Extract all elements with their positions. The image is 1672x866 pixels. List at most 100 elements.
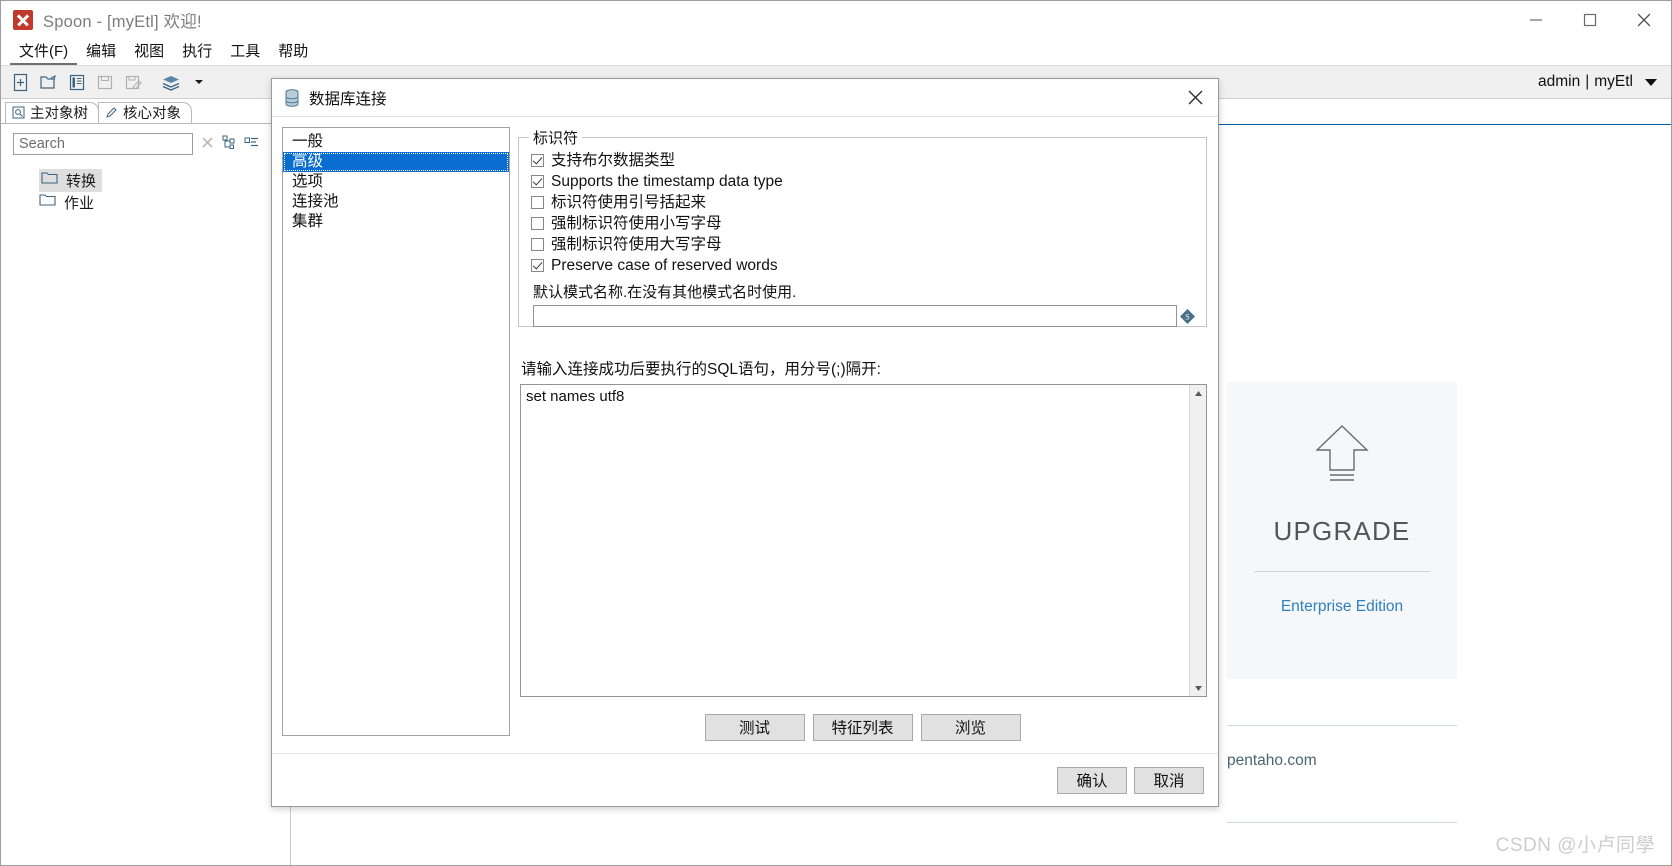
nav-item-general[interactable]: 一般 (283, 132, 509, 152)
menu-item-edit-label: 编辑 (86, 43, 117, 60)
checkbox-row-timestamp-datatype[interactable]: Supports the timestamp data type (531, 171, 1196, 192)
checkbox-force-lowercase[interactable] (531, 217, 544, 230)
save-icon[interactable] (91, 69, 119, 95)
tab-core-objects[interactable]: 核心对象 (98, 102, 192, 123)
explorer-tabstrip: 主对象树 核心对象 (1, 99, 290, 124)
nav-item-pooling[interactable]: 连接池 (283, 192, 509, 212)
search-input[interactable] (13, 133, 193, 155)
tree-item-jobs-label: 作业 (64, 194, 95, 212)
sql-textarea[interactable]: set names utf8 (521, 385, 1189, 696)
identifier-group: 标识符 支持布尔数据类型 Supports the timestamp data… (518, 127, 1207, 327)
dropdown-caret-icon[interactable] (185, 69, 213, 95)
checkbox-quote-identifiers-label: 标识符使用引号括起来 (551, 194, 707, 211)
checkbox-timestamp-datatype-label: Supports the timestamp data type (551, 173, 783, 190)
divider (1227, 725, 1457, 726)
scroll-up-icon[interactable] (1190, 385, 1206, 401)
pencil-icon (106, 107, 117, 118)
checkbox-force-uppercase[interactable] (531, 238, 544, 251)
advanced-settings-panel: 标识符 支持布尔数据类型 Supports the timestamp data… (518, 127, 1207, 753)
menu-item-tools[interactable]: 工具 (221, 40, 269, 65)
expand-all-icon[interactable] (222, 135, 237, 154)
checkbox-boolean-datatype[interactable] (531, 154, 544, 167)
menu-item-tools-label: 工具 (230, 43, 261, 60)
minimize-icon[interactable] (1509, 1, 1563, 38)
spoon-logo-icon (13, 9, 33, 30)
checkbox-row-boolean-datatype[interactable]: 支持布尔数据类型 (531, 150, 1196, 171)
window-controls (1509, 1, 1671, 38)
menu-item-run[interactable]: 执行 (173, 40, 221, 65)
upgrade-card[interactable]: UPGRADE Enterprise Edition (1227, 382, 1457, 679)
tree-item-transformations[interactable]: 转换 (1, 168, 290, 192)
tree-view-icon (12, 106, 25, 119)
window-title: Spoon - [myEtl] 欢迎! (43, 12, 202, 31)
chevron-down-icon[interactable] (1645, 78, 1657, 86)
divider (1254, 571, 1430, 572)
sql-textarea-wrapper: set names utf8 (520, 384, 1207, 697)
tree-item-transformations-label: 转换 (66, 172, 97, 190)
menu-item-run-label: 执行 (182, 43, 213, 60)
dialog-footer: 确认 取消 (272, 753, 1218, 806)
close-icon[interactable] (1617, 1, 1671, 38)
checkbox-row-quote-identifiers[interactable]: 标识符使用引号括起来 (531, 192, 1196, 213)
menu-item-file[interactable]: 文件(F) (10, 40, 78, 65)
ok-button[interactable]: 确认 (1057, 766, 1127, 794)
checkbox-preserve-case[interactable] (531, 259, 544, 272)
collapse-all-icon[interactable] (244, 135, 259, 154)
menubar: 文件(F) 编辑 视图 执行 工具 帮助 (1, 38, 1671, 66)
test-button[interactable]: 测试 (704, 713, 805, 741)
default-schema-input[interactable] (533, 305, 1177, 327)
explorer-search-row (1, 124, 290, 162)
checkbox-preserve-case-label: Preserve case of reserved words (551, 257, 778, 274)
checkbox-boolean-datatype-label: 支持布尔数据类型 (551, 152, 676, 169)
checkbox-row-force-uppercase[interactable]: 强制标识符使用大写字母 (531, 234, 1196, 255)
menu-item-edit[interactable]: 编辑 (77, 40, 125, 65)
folder-icon (41, 171, 58, 189)
sql-scrollbar[interactable] (1189, 385, 1206, 696)
site-link[interactable]: pentaho.com (1227, 752, 1457, 770)
nav-item-advanced[interactable]: 高级 (283, 152, 509, 172)
explore-button[interactable]: 浏览 (920, 713, 1021, 741)
save-as-icon[interactable] (119, 69, 147, 95)
feature-list-button[interactable]: 特征列表 (812, 713, 913, 741)
schema-hint-label: 默认模式名称.在没有其他模式名时使用. (533, 284, 797, 301)
checkbox-row-preserve-case[interactable]: Preserve case of reserved words (531, 255, 1196, 276)
layers-icon[interactable] (157, 69, 185, 95)
menu-item-view[interactable]: 视图 (125, 40, 173, 65)
close-icon[interactable] (1172, 79, 1218, 115)
user-repository-indicator[interactable]: admin | myEtl (1538, 66, 1657, 98)
folder-icon (39, 193, 56, 211)
user-separator: | (1585, 73, 1590, 90)
open-folder-icon[interactable] (35, 69, 63, 95)
tree-item-jobs[interactable]: 作业 (1, 191, 290, 213)
explore-icon[interactable] (63, 69, 91, 95)
schema-field-row: S (533, 305, 1196, 327)
dialog-titlebar: 数据库连接 (272, 79, 1218, 117)
svg-text:S: S (1185, 312, 1189, 321)
scroll-down-icon[interactable] (1190, 680, 1206, 696)
repository-name: myEtl (1594, 73, 1633, 90)
dialog-nav-list: 一般 高级 选项 连接池 集群 (282, 127, 510, 736)
checkbox-quote-identifiers[interactable] (531, 196, 544, 209)
object-tree: 转换 作业 (1, 162, 290, 865)
enterprise-edition-link[interactable]: Enterprise Edition (1281, 598, 1403, 616)
clear-x-icon[interactable] (200, 135, 215, 154)
nav-item-options[interactable]: 选项 (283, 172, 509, 192)
nav-item-clustering[interactable]: 集群 (283, 212, 509, 232)
upgrade-title: UPGRADE (1273, 516, 1411, 546)
menu-item-file-label: 文件(F) (19, 43, 69, 60)
checkbox-row-force-lowercase[interactable]: 强制标识符使用小写字母 (531, 213, 1196, 234)
checkbox-timestamp-datatype[interactable] (531, 175, 544, 188)
menu-item-help[interactable]: 帮助 (269, 40, 317, 65)
dialog-action-buttons: 测试 特征列表 浏览 (518, 697, 1207, 753)
new-file-icon[interactable] (7, 69, 35, 95)
tab-main-object-tree[interactable]: 主对象树 (5, 102, 99, 123)
divider (1227, 822, 1457, 823)
maximize-icon[interactable] (1563, 1, 1617, 38)
database-connection-dialog: 数据库连接 一般 高级 选项 连接池 集群 标识符 支持布尔数据类型 Suppo… (271, 78, 1219, 807)
variable-diamond-icon[interactable]: S (1179, 308, 1196, 325)
upgrade-arrow-icon (1309, 420, 1375, 490)
checkbox-force-uppercase-label: 强制标识符使用大写字母 (551, 236, 722, 253)
cancel-button[interactable]: 取消 (1134, 766, 1204, 794)
dialog-title: 数据库连接 (309, 90, 387, 108)
left-explorer-panel: 主对象树 核心对象 Search 转换 作业 (1, 99, 291, 865)
